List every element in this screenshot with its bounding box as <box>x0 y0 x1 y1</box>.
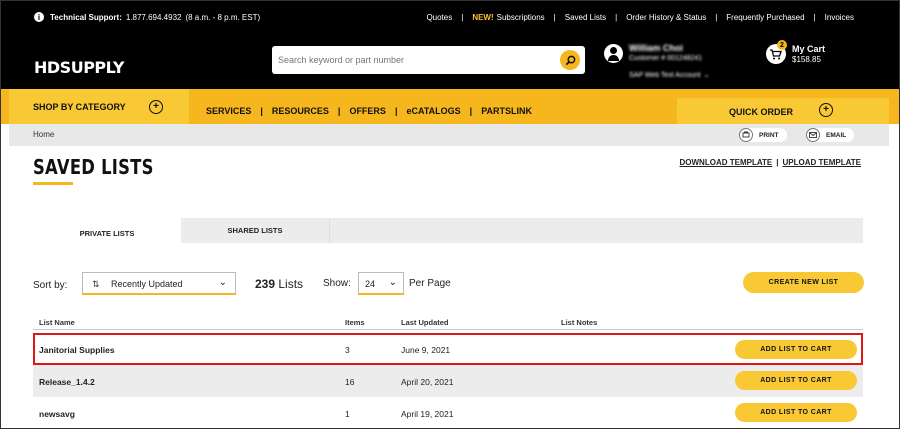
page-size-select[interactable]: 24 ⌄ <box>358 272 404 295</box>
download-template-link[interactable]: DOWNLOAD TEMPLATE <box>680 158 773 167</box>
page-title: SAVED LISTS <box>33 155 154 179</box>
quick-order-label: QUICK ORDER <box>729 107 794 117</box>
user-name: William Choi <box>629 43 683 53</box>
hd-supply-logo[interactable]: HDSUPPLY <box>34 58 124 77</box>
search-box <box>272 46 585 74</box>
nav-partslink[interactable]: PARTSLINK <box>472 106 541 116</box>
support-hours: (8 a.m. - 8 p.m. EST) <box>185 12 261 22</box>
printer-icon <box>739 128 753 142</box>
create-new-list-button[interactable]: CREATE NEW LIST <box>743 272 864 293</box>
column-header-last-updated: Last Updated <box>401 318 449 327</box>
upload-template-link[interactable]: UPLOAD TEMPLATE <box>782 158 861 167</box>
list-count-suffix: Lists <box>278 277 304 291</box>
list-items: 1 <box>345 409 350 419</box>
list-updated: April 20, 2021 <box>401 377 454 387</box>
column-header-items: Items <box>345 318 365 327</box>
shop-by-category-button[interactable]: SHOP BY CATEGORY + <box>9 89 189 124</box>
tab-shared-lists[interactable]: SHARED LISTS <box>181 218 329 243</box>
support-label: Technical Support: <box>50 12 122 22</box>
search-input[interactable] <box>278 52 548 68</box>
title-underline <box>33 182 73 185</box>
breadcrumb-bar: Home PRINT EMAIL <box>9 124 889 146</box>
table-row[interactable]: Janitorial Supplies 3 June 9, 2021 ADD L… <box>33 333 863 365</box>
list-count: 239 Lists <box>255 277 303 291</box>
nav-services[interactable]: SERVICES <box>197 106 260 116</box>
sort-by-select[interactable]: ⇅ Recently Updated ⌄ <box>82 272 236 295</box>
list-updated: April 19, 2021 <box>401 409 454 419</box>
quick-order-button[interactable]: QUICK ORDER + <box>677 98 889 124</box>
cart-total: $158.85 <box>792 55 821 64</box>
per-page-label: Per Page <box>409 278 451 289</box>
plus-circle-icon: + <box>819 103 833 117</box>
nav-offers[interactable]: OFFERS <box>340 106 395 116</box>
nav-ecatalogs[interactable]: eCATALOGS <box>397 106 469 116</box>
template-links: DOWNLOAD TEMPLATE | UPLOAD TEMPLATE <box>680 158 862 167</box>
new-badge: NEW! <box>472 13 494 22</box>
top-links: Quotes | NEW! Subscriptions | Saved Lists… <box>417 13 863 22</box>
add-list-to-cart-button[interactable]: ADD LIST TO CART <box>735 340 857 359</box>
search-button[interactable] <box>560 50 580 70</box>
invoices-link[interactable]: Invoices <box>816 13 863 22</box>
email-button[interactable]: EMAIL <box>806 128 855 142</box>
list-name[interactable]: Release_1.4.2 <box>39 377 95 387</box>
tab-divider <box>329 218 330 243</box>
customer-number: Customer # 001248241 <box>629 55 703 62</box>
cart-count-badge: 2 <box>777 40 787 50</box>
search-icon <box>565 55 575 65</box>
quotes-link[interactable]: Quotes <box>417 13 461 22</box>
sort-value: Recently Updated <box>111 279 183 289</box>
envelope-icon <box>806 128 820 142</box>
separator: | <box>776 158 779 167</box>
email-label: EMAIL <box>826 131 847 139</box>
print-button[interactable]: PRINT <box>739 128 787 142</box>
user-icon <box>604 44 623 63</box>
order-history-link[interactable]: Order History & Status <box>617 13 715 22</box>
technical-support: i Technical Support: 1.877.694.4932 (8 a… <box>34 12 260 22</box>
subscriptions-label: Subscriptions <box>496 13 545 22</box>
saved-lists-link[interactable]: Saved Lists <box>556 13 615 22</box>
page-size-value: 24 <box>365 279 376 289</box>
sort-icon: ⇅ <box>92 279 100 289</box>
list-name[interactable]: Janitorial Supplies <box>39 345 115 355</box>
page-frame: i Technical Support: 1.877.694.4932 (8 a… <box>0 0 900 429</box>
print-label: PRINT <box>759 131 779 139</box>
sort-by-label: Sort by: <box>33 280 68 291</box>
support-phone[interactable]: 1.877.694.4932 <box>126 13 182 22</box>
show-label: Show: <box>323 278 351 289</box>
top-utility-bar: i Technical Support: 1.877.694.4932 (8 a… <box>1 1 899 34</box>
chevron-down-icon: ⌄ <box>703 72 710 79</box>
chevron-down-icon: ⌄ <box>388 277 397 288</box>
frequently-purchased-link[interactable]: Frequently Purchased <box>717 13 813 22</box>
nav-resources[interactable]: RESOURCES <box>263 106 338 116</box>
shop-by-category-label: SHOP BY CATEGORY <box>33 102 126 112</box>
table-row[interactable]: newsavg 1 April 19, 2021 ADD LIST TO CAR… <box>33 397 863 428</box>
column-header-list-notes: List Notes <box>561 318 598 327</box>
list-items: 16 <box>345 377 355 387</box>
tab-private-lists[interactable]: PRIVATE LISTS <box>33 218 181 243</box>
account-selector[interactable]: SAP Web Test Account ⌄ <box>629 71 709 79</box>
nav-links: SERVICES | RESOURCES | OFFERS | eCATALOG… <box>197 106 541 116</box>
list-updated: June 9, 2021 <box>401 345 451 355</box>
list-items: 3 <box>345 345 350 355</box>
table-header-divider <box>33 329 863 330</box>
plus-circle-icon: + <box>149 100 163 114</box>
add-list-to-cart-button[interactable]: ADD LIST TO CART <box>735 403 857 422</box>
list-name[interactable]: newsavg <box>39 409 75 419</box>
account-name: SAP Web Test Account <box>629 72 701 79</box>
info-icon: i <box>34 12 44 22</box>
subscriptions-link[interactable]: NEW! Subscriptions <box>463 13 553 22</box>
add-list-to-cart-button[interactable]: ADD LIST TO CART <box>735 371 857 390</box>
chevron-down-icon: ⌄ <box>218 277 227 288</box>
table-row[interactable]: Release_1.4.2 16 April 20, 2021 ADD LIST… <box>33 365 863 397</box>
column-header-list-name: List Name <box>39 318 75 327</box>
list-count-number: 239 <box>255 277 276 291</box>
cart-label: My Cart <box>792 44 826 54</box>
breadcrumb-home[interactable]: Home <box>33 130 54 139</box>
